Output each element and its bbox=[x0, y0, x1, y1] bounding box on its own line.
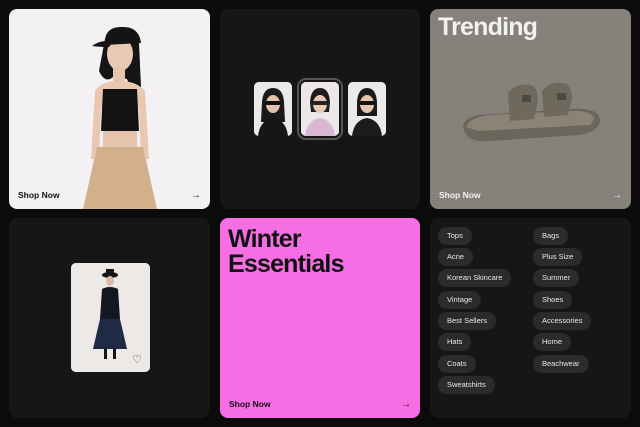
chip-shoes[interactable]: Shoes bbox=[533, 291, 573, 309]
thumbnail-3[interactable] bbox=[348, 82, 386, 136]
shop-now-link[interactable]: Shop Now bbox=[229, 399, 271, 409]
chip-summer[interactable]: Summer bbox=[533, 269, 580, 287]
arrow-right-icon[interactable]: → bbox=[191, 190, 201, 201]
product-card[interactable]: ♡ bbox=[71, 263, 150, 372]
chip-plus-size[interactable]: Plus Size bbox=[533, 248, 583, 266]
winter-title-line1: Winter bbox=[228, 225, 302, 253]
shop-now-link[interactable]: Shop Now bbox=[439, 190, 481, 200]
trending-tile[interactable]: Trending Shop Now → bbox=[430, 9, 631, 209]
winter-essentials-tile[interactable]: Winter Essentials Shop Now → bbox=[220, 218, 420, 418]
heart-icon[interactable]: ♡ bbox=[132, 353, 142, 366]
chip-beachwear[interactable]: Beachwear bbox=[533, 355, 589, 373]
chip-acne[interactable]: Acne bbox=[438, 248, 474, 266]
product-tile: ♡ bbox=[9, 218, 210, 418]
chip-korean-skincare[interactable]: Korean Skincare bbox=[438, 269, 512, 287]
thumbnail-1[interactable] bbox=[254, 82, 292, 136]
shop-now-link[interactable]: Shop Now bbox=[18, 190, 60, 200]
chip-hats[interactable]: Hats bbox=[438, 333, 472, 351]
arrow-right-icon[interactable]: → bbox=[612, 190, 622, 201]
chip-best-sellers[interactable]: Best Sellers bbox=[438, 312, 497, 330]
chip-bags[interactable]: Bags bbox=[533, 227, 569, 245]
chip-home[interactable]: Home bbox=[533, 333, 572, 351]
chip-tops[interactable]: Tops bbox=[438, 227, 472, 245]
chip-accessories[interactable]: Accessories bbox=[533, 312, 592, 330]
thumbnail-tile bbox=[220, 9, 420, 209]
chip-vintage[interactable]: Vintage bbox=[438, 291, 482, 309]
arrow-right-icon[interactable]: → bbox=[401, 399, 411, 410]
winter-title-line2: Essentials bbox=[228, 250, 344, 278]
model-image bbox=[83, 27, 157, 209]
fashion-tile[interactable]: Shop Now → bbox=[9, 9, 210, 209]
winter-title: Winter Essentials bbox=[228, 227, 344, 277]
thumbnail-2-selected[interactable] bbox=[297, 78, 343, 140]
chip-coats[interactable]: Coats bbox=[438, 355, 476, 373]
sandal-image bbox=[463, 82, 601, 142]
category-tile: Tops Acne Korean Skincare Vintage Best S… bbox=[430, 218, 631, 418]
chip-sweatshirts[interactable]: Sweatshirts bbox=[438, 376, 495, 394]
